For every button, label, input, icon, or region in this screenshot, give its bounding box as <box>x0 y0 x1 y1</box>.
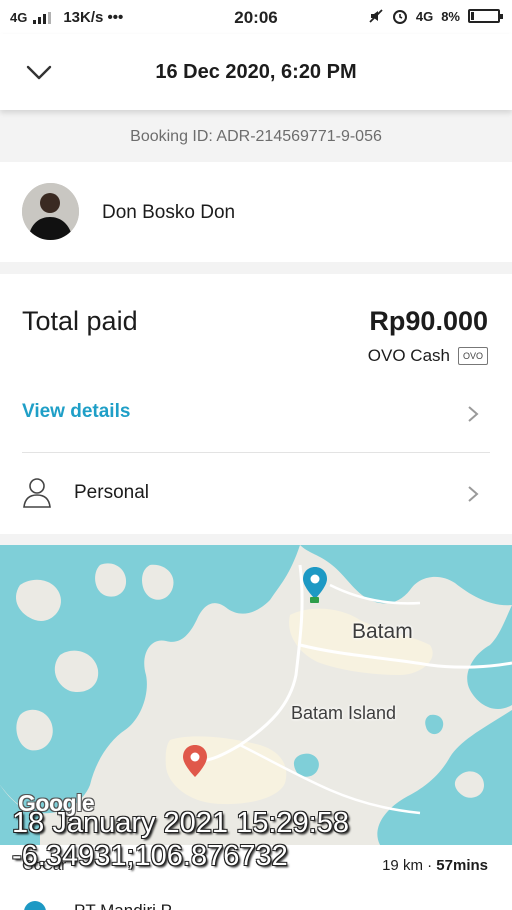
mute-icon <box>369 9 383 23</box>
total-paid-amount: Rp90.000 <box>369 306 488 336</box>
photo-timestamp: 18 January 2021 15:29:58 <box>12 807 349 839</box>
duration-value: 57mins <box>436 857 488 874</box>
map-label-island: Batam Island <box>291 703 397 723</box>
avatar <box>22 183 79 240</box>
pickup-dot-icon <box>24 901 46 910</box>
header: 16 Dec 2020, 6:20 PM <box>0 34 512 110</box>
section-divider <box>0 262 512 274</box>
pickup-address: PT Mandiri P... <box>74 901 184 910</box>
payment-method-label: OVO Cash <box>367 346 450 365</box>
distance-value: 19 km <box>382 857 423 874</box>
view-details-link[interactable]: View details <box>22 401 130 423</box>
booking-id: Booking ID: ADR-214569771-9-056 <box>0 110 512 162</box>
trip-distance: 19 km · 57mins <box>382 857 488 874</box>
section-divider <box>0 534 512 545</box>
payment-method: OVO Cash OVO <box>368 346 488 366</box>
person-icon <box>23 478 51 508</box>
driver-name: Don Bosko Don <box>102 202 236 223</box>
page-title: 16 Dec 2020, 6:20 PM <box>155 61 357 83</box>
battery-percent: 8% <box>441 8 460 24</box>
trip-map[interactable]: Batam Batam Island Google GoCar 19 km · … <box>0 545 512 910</box>
profile-type[interactable]: Personal <box>74 482 149 504</box>
chevron-right-icon[interactable] <box>466 485 480 503</box>
distance-separator: · <box>422 857 437 874</box>
map-label-city: Batam <box>352 620 413 643</box>
divider <box>22 452 490 453</box>
status-right: 4G 8% <box>368 8 503 24</box>
network-type-right: 4G <box>415 8 434 24</box>
chevron-right-icon[interactable] <box>466 405 480 423</box>
total-paid-label: Total paid <box>22 306 138 336</box>
photo-coordinates: -6.34931;106.876732 <box>12 840 288 872</box>
status-bar: 4G 13K/s ••• 20:06 4G 8% <box>0 0 512 34</box>
battery-icon <box>468 9 503 23</box>
payment-card: Total paid Rp90.000 OVO Cash OVO View de… <box>0 274 512 534</box>
driver-row[interactable]: Don Bosko Don <box>0 162 512 262</box>
ovo-badge: OVO <box>457 347 488 365</box>
alarm-icon <box>392 10 407 24</box>
